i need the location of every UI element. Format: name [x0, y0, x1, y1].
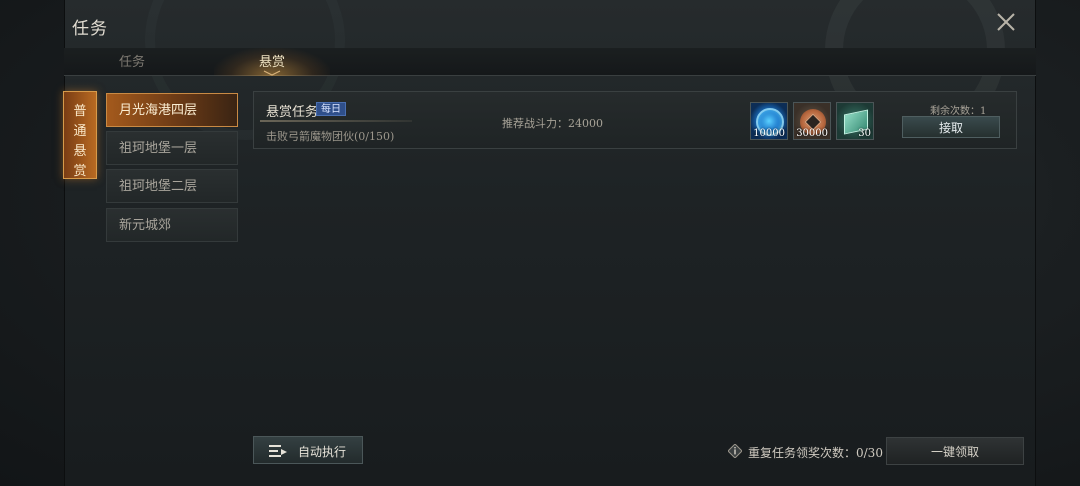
reward-item-blue-orb[interactable]: 10000: [750, 102, 788, 140]
collect-all-button[interactable]: 一键领取: [886, 437, 1024, 465]
quest-row: 悬赏任务 每日 击败弓箭魔物团伙(0/150) 推荐战斗力：24000 1000…: [253, 91, 1017, 149]
level-item-moonlight-harbor-4[interactable]: 月光海港四层: [106, 93, 238, 127]
auto-execute-button[interactable]: 自动执行: [253, 436, 363, 464]
close-icon: [997, 13, 1015, 31]
tab-bar: 任务 悬赏: [64, 48, 1036, 76]
reward-item-skill-book[interactable]: 30: [836, 102, 874, 140]
level-item-xinyuan-outskirts[interactable]: 新元城郊: [106, 208, 238, 242]
category-tab-normal-bounty[interactable]: 普通悬赏: [63, 91, 97, 179]
reward-item-copper-coin[interactable]: 30000: [793, 102, 831, 140]
reward-quantity: 30: [858, 128, 871, 139]
repeat-reward-count: 重复任务领奖次数：0/30: [748, 446, 883, 460]
remaining-count: 剩余次数：1: [930, 106, 987, 117]
tab-task[interactable]: 任务: [64, 48, 200, 76]
window-title: 任务: [72, 19, 108, 39]
daily-badge: 每日: [316, 102, 346, 116]
quest-description: 击败弓箭魔物团伙(0/150): [266, 130, 395, 143]
level-item-zuke-bunker-1[interactable]: 祖珂地堡一层: [106, 131, 238, 165]
quest-title: 悬赏任务: [266, 105, 319, 120]
accept-button[interactable]: 接取: [902, 116, 1000, 138]
level-item-zuke-bunker-2[interactable]: 祖珂地堡二层: [106, 169, 238, 203]
reward-quantity: 10000: [753, 128, 785, 139]
quest-divider: [260, 120, 412, 122]
auto-list-icon: [269, 445, 287, 457]
reward-quantity: 30000: [796, 128, 828, 139]
category-label: 普通悬赏: [73, 104, 87, 179]
recommended-power: 推荐战斗力：24000: [502, 117, 603, 130]
auto-execute-label: 自动执行: [298, 445, 347, 459]
close-button[interactable]: [994, 10, 1018, 34]
info-icon[interactable]: [728, 444, 742, 458]
tab-active-indicator-icon: [263, 70, 281, 76]
